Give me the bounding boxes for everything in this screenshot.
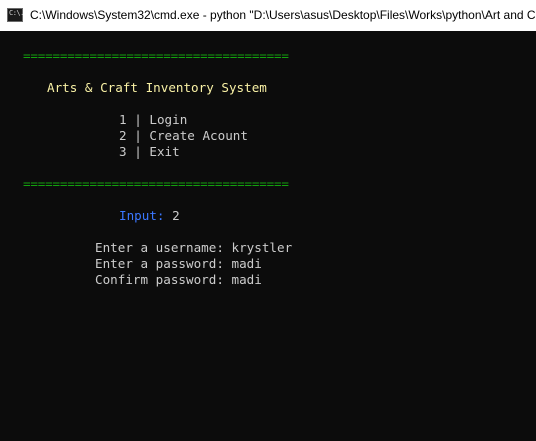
username-prompt: Enter a username: [95, 240, 224, 255]
username-line: Enter a username: krystler [95, 240, 292, 256]
menu-item-login: 1 | Login [119, 112, 187, 128]
menu-item-label: Login [149, 112, 188, 127]
window-title: C:\Windows\System32\cmd.exe - python "D:… [30, 8, 536, 22]
input-prompt: Input: [119, 208, 165, 223]
menu-item-label: Exit [149, 144, 180, 159]
confirm-password-value: madi [231, 272, 262, 287]
password-value: madi [231, 256, 262, 271]
input-value: 2 [172, 208, 180, 223]
menu-item-exit: 3 | Exit [119, 144, 180, 160]
cmd-icon[interactable]: C:\. [7, 8, 24, 22]
cmd-icon-glyph: C:\. [9, 9, 24, 17]
separator-bottom: ==================================== [23, 176, 289, 191]
menu-item-number: 1 [119, 112, 127, 127]
confirm-password-line: Confirm password: madi [95, 272, 262, 288]
input-line: Input: 2 [119, 208, 180, 224]
cmd-window: C:\. C:\Windows\System32\cmd.exe - pytho… [0, 0, 536, 441]
menu-item-number: 2 [119, 128, 127, 143]
menu-item-number: 3 [119, 144, 127, 159]
menu-item-separator: | [134, 112, 142, 127]
menu-item-separator: | [134, 144, 142, 159]
app-heading: Arts & Craft Inventory System [47, 80, 267, 95]
title-bar[interactable]: C:\. C:\Windows\System32\cmd.exe - pytho… [0, 0, 536, 31]
console-output[interactable]: ==================================== Art… [0, 31, 536, 441]
password-prompt: Enter a password: [95, 256, 224, 271]
separator-top: ==================================== [23, 48, 289, 63]
confirm-password-prompt: Confirm password: [95, 272, 224, 287]
menu-item-separator: | [134, 128, 142, 143]
username-value: krystler [231, 240, 293, 255]
password-line: Enter a password: madi [95, 256, 262, 272]
menu-item-create-account: 2 | Create Acount [119, 128, 248, 144]
menu-item-label: Create Acount [149, 128, 248, 143]
